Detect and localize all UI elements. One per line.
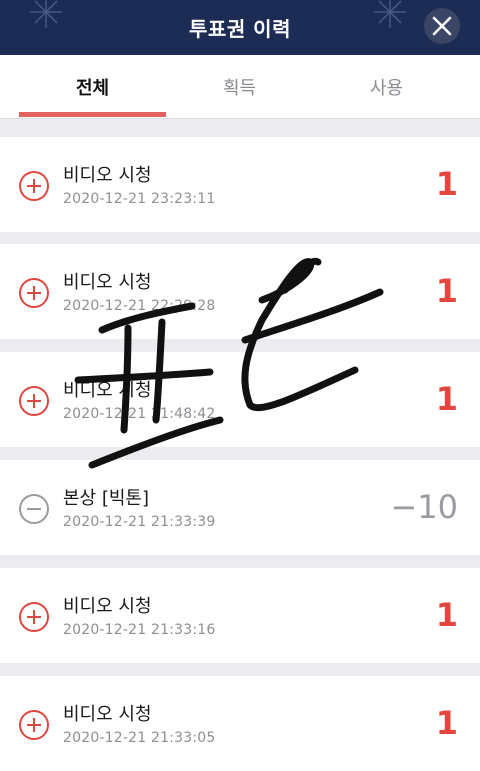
plus-circle-icon [19, 171, 49, 201]
item-amount: 1 [435, 272, 458, 310]
item-timestamp: 2020-12-21 22:29:28 [63, 298, 216, 314]
item-label: 비디오 시청 [63, 165, 152, 186]
item-timestamp: 2020-12-21 21:33:39 [63, 514, 216, 530]
item-timestamp: 2020-12-21 21:33:16 [63, 622, 216, 638]
close-button[interactable] [424, 8, 460, 44]
item-timestamp: 2020-12-21 23:23:11 [63, 191, 216, 207]
item-amount: 1 [435, 704, 458, 742]
history-item: 본상 [빅톤] 2020-12-21 21:33:39 −10 [0, 460, 480, 555]
item-amount: 1 [435, 380, 458, 418]
plus-circle-icon [19, 386, 49, 416]
close-icon [432, 16, 452, 36]
history-item: 비디오 시청 2020-12-21 22:29:28 1 [0, 244, 480, 339]
tab-used[interactable]: 사용 [313, 55, 460, 118]
tab-earned[interactable]: 획득 [166, 55, 313, 118]
history-item: 비디오 시청 2020-12-21 21:33:16 1 [0, 568, 480, 663]
item-amount: 1 [435, 165, 458, 203]
firework-decoration [374, 0, 406, 28]
item-label: 비디오 시청 [63, 596, 152, 617]
firework-decoration [30, 0, 62, 28]
page-title: 투표권 이력 [189, 17, 291, 41]
plus-circle-icon [19, 278, 49, 308]
item-timestamp: 2020-12-21 21:48:42 [63, 406, 216, 422]
item-label: 비디오 시청 [63, 380, 152, 401]
history-item: 비디오 시청 2020-12-21 23:23:11 1 [0, 137, 480, 232]
plus-circle-icon [19, 710, 49, 740]
item-amount: −10 [390, 488, 458, 526]
item-label: 비디오 시청 [63, 704, 152, 725]
active-tab-indicator [19, 112, 166, 117]
minus-circle-icon [19, 494, 49, 524]
item-label: 비디오 시청 [63, 272, 152, 293]
tab-bar: 전체 획득 사용 [0, 55, 480, 119]
history-item: 비디오 시청 2020-12-21 21:48:42 1 [0, 352, 480, 447]
item-amount: 1 [435, 596, 458, 634]
item-label: 본상 [빅톤] [63, 488, 150, 509]
item-timestamp: 2020-12-21 21:33:05 [63, 730, 216, 746]
plus-circle-icon [19, 602, 49, 632]
header-bar: 투표권 이력 [0, 0, 480, 55]
tab-all[interactable]: 전체 [19, 55, 166, 118]
history-item: 비디오 시청 2020-12-21 21:33:05 1 [0, 676, 480, 771]
